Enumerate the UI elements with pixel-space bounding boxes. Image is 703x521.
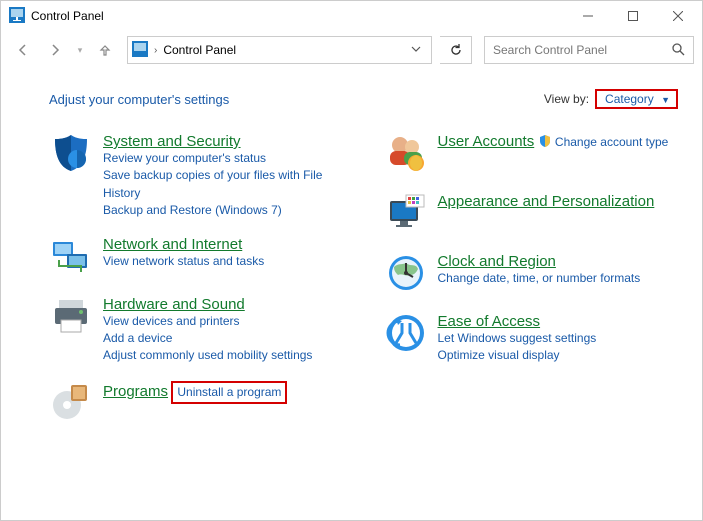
highlighted-link: Uninstall a program [171, 381, 287, 404]
category-link[interactable]: Backup and Restore (Windows 7) [103, 202, 344, 219]
address-bar[interactable]: › Control Panel [127, 36, 432, 64]
control-panel-icon [9, 7, 25, 26]
category-link[interactable]: Optimize visual display [438, 347, 679, 364]
search-icon[interactable] [671, 42, 685, 59]
forward-button[interactable] [41, 36, 69, 64]
category-link[interactable]: Save backup copies of your files with Fi… [103, 167, 344, 202]
recent-dropdown-icon[interactable]: ▾ [73, 36, 87, 64]
clock-icon [384, 253, 428, 297]
window-title: Control Panel [31, 9, 104, 23]
shield-icon [49, 133, 93, 177]
category-title[interactable]: Hardware and Sound [103, 296, 245, 313]
category-column-left: System and Security Review your computer… [49, 133, 344, 441]
navbar: ▾ › Control Panel [1, 31, 702, 69]
category-user-accounts: User Accounts Change account type [384, 133, 679, 177]
category-title[interactable]: Clock and Region [438, 253, 556, 270]
category-title[interactable]: Ease of Access [438, 313, 541, 330]
maximize-button[interactable] [610, 2, 655, 30]
search-box[interactable] [484, 36, 694, 64]
up-button[interactable] [91, 36, 119, 64]
category-link[interactable]: Add a device [103, 330, 344, 347]
chevron-down-icon: ▼ [661, 95, 670, 105]
chevron-right-icon[interactable]: › [154, 45, 157, 56]
category-title[interactable]: User Accounts [438, 133, 535, 150]
printer-icon [49, 296, 93, 340]
category-appearance-and-personalization: Appearance and Personalization [384, 193, 679, 237]
category-link-uninstall[interactable]: Uninstall a program [177, 385, 281, 399]
breadcrumb[interactable]: Control Panel [163, 43, 236, 57]
category-link[interactable]: View network status and tasks [103, 253, 344, 270]
user-accounts-icon [384, 133, 428, 177]
ease-of-access-icon [384, 313, 428, 357]
category-title[interactable]: Appearance and Personalization [438, 193, 655, 210]
viewby-value: Category [605, 92, 654, 106]
category-column-right: User Accounts Change account type Appear… [384, 133, 679, 441]
address-dropdown-button[interactable] [405, 43, 427, 57]
titlebar: Control Panel [1, 1, 702, 31]
category-link[interactable]: View devices and printers [103, 313, 344, 330]
minimize-button[interactable] [565, 2, 610, 30]
category-title[interactable]: Programs [103, 383, 168, 400]
back-button[interactable] [9, 36, 37, 64]
category-ease-of-access: Ease of Access Let Windows suggest setti… [384, 313, 679, 365]
category-hardware-and-sound: Hardware and Sound View devices and prin… [49, 296, 344, 365]
shield-small-icon [538, 134, 552, 151]
category-grid: System and Security Review your computer… [49, 133, 678, 441]
control-panel-icon [132, 41, 148, 60]
category-link[interactable]: Change date, time, or number formats [438, 270, 679, 287]
viewby-dropdown[interactable]: Category ▼ [595, 89, 678, 109]
close-button[interactable] [655, 2, 700, 30]
viewby-label: View by: [544, 92, 589, 106]
category-link[interactable]: Let Windows suggest settings [438, 330, 679, 347]
category-network-and-internet: Network and Internet View network status… [49, 236, 344, 280]
category-system-and-security: System and Security Review your computer… [49, 133, 344, 220]
category-programs: Programs Uninstall a program [49, 381, 344, 425]
search-input[interactable] [493, 43, 671, 57]
category-link[interactable]: Adjust commonly used mobility settings [103, 347, 344, 364]
category-clock-and-region: Clock and Region Change date, time, or n… [384, 253, 679, 297]
page-heading: Adjust your computer's settings [49, 92, 229, 107]
content-header: Adjust your computer's settings View by:… [49, 89, 678, 109]
refresh-button[interactable] [440, 36, 472, 64]
programs-icon [49, 381, 93, 425]
category-title[interactable]: Network and Internet [103, 236, 242, 253]
category-title[interactable]: System and Security [103, 133, 241, 150]
appearance-icon [384, 193, 428, 237]
content-area: Adjust your computer's settings View by:… [1, 69, 702, 451]
category-link[interactable]: Review your computer's status [103, 150, 344, 167]
network-icon [49, 236, 93, 280]
category-link[interactable]: Change account type [555, 135, 668, 149]
